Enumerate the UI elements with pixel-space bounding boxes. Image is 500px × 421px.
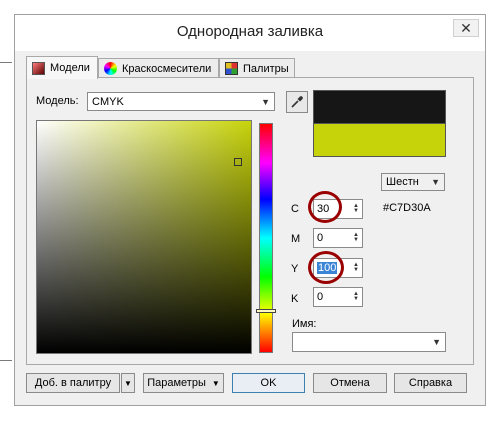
spin-arrows-icon[interactable]: ▲ ▼: [352, 202, 360, 216]
chevron-down-icon: ▼: [431, 177, 440, 187]
model-select-value: CMYK: [92, 95, 124, 108]
model-select[interactable]: CMYK ▼: [87, 92, 275, 111]
chevron-down-icon: ▼: [261, 96, 270, 107]
tab-models-label: Модели: [50, 62, 90, 74]
background-line-left: [0, 62, 12, 63]
c-label: C: [291, 203, 299, 215]
eyedropper-button[interactable]: [286, 91, 308, 113]
color-wheel-icon: [104, 62, 117, 75]
chevron-down-icon: ▼: [124, 378, 132, 388]
color-square-marker[interactable]: [234, 158, 242, 166]
options-button[interactable]: Параметры ▼: [143, 373, 224, 393]
cancel-button[interactable]: Отмена: [313, 373, 387, 393]
help-label: Справка: [408, 377, 453, 389]
annotation-circle-c: [308, 191, 342, 223]
name-label: Имя:: [292, 318, 317, 330]
hex-value: #C7D30A: [383, 202, 431, 214]
m-label: M: [291, 233, 301, 245]
hue-slider-handle[interactable]: [256, 309, 276, 313]
chevron-down-icon: ▼: [211, 378, 220, 388]
uniform-fill-dialog: Однородная заливка ✕ Модели Краскосмесит…: [14, 14, 486, 406]
tab-palettes-label: Палитры: [243, 62, 289, 75]
ok-label: OK: [260, 377, 277, 389]
eyedropper-icon: [291, 96, 303, 108]
format-select-value: Шестн: [386, 176, 419, 188]
tab-palettes[interactable]: Палитры: [219, 58, 295, 78]
close-icon: ✕: [460, 19, 472, 36]
cancel-label: Отмена: [330, 377, 370, 389]
color-model-icon: [32, 61, 45, 75]
k-value: 0: [317, 291, 324, 303]
close-button[interactable]: ✕: [453, 19, 479, 37]
y-label: Y: [291, 263, 299, 275]
preview-old-color: [313, 90, 446, 124]
tab-models[interactable]: Модели: [26, 56, 98, 79]
ok-button[interactable]: OK: [232, 373, 305, 393]
options-label: Параметры: [147, 377, 206, 389]
hue-slider[interactable]: [259, 123, 273, 353]
add-to-palette-label: Доб. в палитру: [34, 377, 112, 389]
tab-color-mixers-label: Краскосмесители: [122, 62, 212, 75]
annotation-circle-y: [308, 251, 344, 284]
window-title: Однородная заливка: [176, 23, 324, 40]
tab-color-mixers[interactable]: Краскосмесители: [98, 58, 219, 78]
title-bar: Однородная заливка ✕: [15, 15, 485, 51]
add-to-palette-button[interactable]: Доб. в палитру: [26, 373, 120, 393]
color-square[interactable]: [36, 120, 252, 354]
k-field[interactable]: 0 ▲ ▼: [313, 287, 363, 307]
chevron-down-icon: ▼: [432, 337, 441, 347]
preview-new-color: [313, 124, 446, 157]
k-label: K: [291, 293, 299, 305]
spin-arrows-icon[interactable]: ▲ ▼: [352, 290, 360, 304]
model-label: Модель:: [36, 95, 79, 107]
name-input[interactable]: ▼: [292, 332, 446, 352]
background-line-bottom: [0, 360, 12, 361]
m-value: 0: [317, 232, 324, 244]
m-field[interactable]: 0 ▲ ▼: [313, 228, 363, 248]
spin-arrows-icon[interactable]: ▲ ▼: [352, 261, 360, 275]
help-button[interactable]: Справка: [394, 373, 467, 393]
palette-grid-icon: [225, 62, 238, 75]
spin-arrows-icon[interactable]: ▲ ▼: [352, 231, 360, 245]
add-to-palette-dropdown-button[interactable]: ▼: [121, 373, 135, 393]
format-select[interactable]: Шестн ▼: [381, 173, 445, 191]
